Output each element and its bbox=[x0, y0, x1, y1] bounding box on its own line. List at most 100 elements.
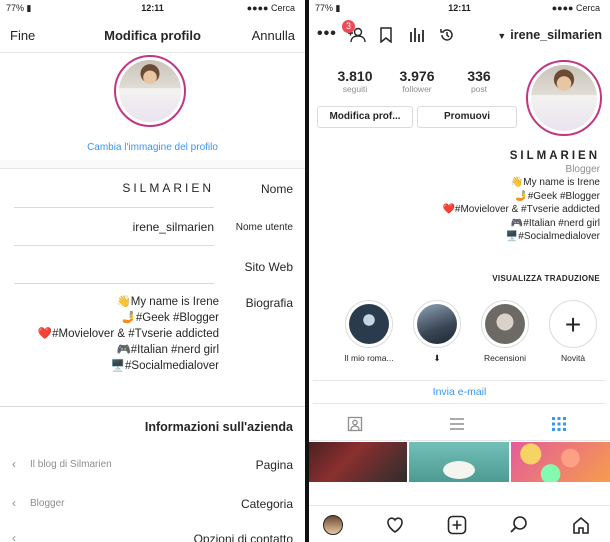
profile-avatar[interactable] bbox=[114, 55, 186, 127]
followers-count: 3.976 bbox=[399, 68, 435, 84]
username-input[interactable]: irene_silmarien bbox=[14, 220, 214, 234]
field-label: Sito Web bbox=[244, 260, 293, 274]
download-icon: ⬇ bbox=[433, 353, 441, 363]
page-row[interactable]: ‹ Il blog di Silmarien Pagina bbox=[0, 452, 305, 478]
status-time: 12:11 bbox=[141, 3, 164, 13]
followers-label: follower bbox=[402, 84, 432, 94]
highlight-movies[interactable]: ⬇ bbox=[411, 300, 463, 364]
change-profile-photo-link[interactable]: Cambia l'immagine del profilo bbox=[0, 142, 305, 153]
profile-tab-avatar[interactable] bbox=[323, 515, 343, 535]
promote-button[interactable]: Promuovi bbox=[417, 106, 517, 128]
cancel-button[interactable]: Annulla bbox=[252, 28, 295, 43]
highlight-cover bbox=[417, 304, 457, 344]
highlight-new[interactable]: + Novità bbox=[547, 300, 599, 363]
page-label: Pagina bbox=[255, 458, 293, 472]
profile-tabs bbox=[309, 408, 610, 441]
field-name-row[interactable]: Nome SILMARIEN bbox=[0, 170, 305, 208]
posts-grid bbox=[309, 442, 610, 482]
bar-chart-glyph bbox=[410, 28, 424, 42]
profile-header: ••• 3 ▼ irene_silmarien bbox=[309, 18, 610, 52]
status-bar: ●●●● Cerca 12:11 77% ▮ bbox=[0, 0, 305, 16]
home-icon[interactable] bbox=[571, 515, 591, 540]
following-count: 3.810 bbox=[337, 68, 373, 84]
page-value: Il blog di Silmarien bbox=[30, 459, 112, 470]
post-thumbnail[interactable] bbox=[409, 442, 509, 482]
contact-options-row[interactable]: ‹ Opzioni di contatto bbox=[0, 526, 305, 542]
history-glyph bbox=[440, 29, 453, 41]
highlight-label: Novità bbox=[560, 353, 586, 363]
highlight-circle bbox=[481, 300, 529, 348]
grid-icon bbox=[552, 417, 566, 431]
bookmark-icon[interactable] bbox=[379, 27, 393, 48]
category-label: Categoria bbox=[240, 497, 293, 511]
archive-icon[interactable] bbox=[439, 27, 455, 48]
home-glyph bbox=[573, 516, 589, 534]
battery-indicator: 77% ▮ bbox=[315, 3, 341, 13]
name-input[interactable]: SILMARIEN bbox=[14, 181, 214, 195]
posts-label: post bbox=[470, 84, 488, 94]
magnifier-glyph bbox=[510, 516, 527, 533]
profile-bio: 👋My name is Irene 🤳#Geek #Blogger ❤️#Mov… bbox=[442, 177, 600, 242]
section-divider bbox=[0, 406, 305, 407]
category-row[interactable]: ‹ Blogger Categoria bbox=[0, 491, 305, 517]
send-email-button[interactable]: Invia e-mail bbox=[313, 380, 606, 404]
profile-screen: ●●●● Cerca 12:11 77% ▮ ••• 3 ▼ irene_silm… bbox=[309, 0, 610, 542]
status-time: 12:11 bbox=[448, 3, 471, 13]
stat-followers[interactable]: 3.976 follower bbox=[387, 68, 447, 94]
plus-icon: + bbox=[564, 309, 582, 340]
posts-count: 336 bbox=[467, 68, 491, 84]
highlight-label: Recensioni bbox=[483, 353, 527, 363]
field-label: Nome utente bbox=[235, 222, 293, 233]
list-icon bbox=[450, 418, 464, 430]
field-username-row[interactable]: Nome utente irene_silmarien bbox=[0, 208, 305, 246]
field-bio-row[interactable]: Biografia 👋My name is Irene 🤳#Geek #Blog… bbox=[0, 290, 305, 405]
field-label: Nome bbox=[260, 182, 293, 196]
category-value: Blogger bbox=[30, 498, 65, 509]
bookmark-glyph bbox=[380, 27, 392, 44]
post-thumbnail[interactable] bbox=[309, 442, 407, 482]
stat-following[interactable]: 3.810 seguiti bbox=[325, 68, 385, 94]
highlight-cover bbox=[485, 304, 525, 344]
grid-view-tab[interactable] bbox=[551, 416, 567, 437]
contact-options-label: Opzioni di contatto bbox=[193, 532, 293, 542]
profile-name: SILMARIEN bbox=[509, 150, 600, 162]
highlight-novel[interactable]: Il mio roma... bbox=[343, 300, 395, 363]
search-icon[interactable] bbox=[509, 515, 529, 540]
edit-profile-button[interactable]: Modifica prof... bbox=[317, 106, 413, 128]
username-label: irene_silmarien bbox=[510, 28, 602, 42]
username-dropdown[interactable]: ▼ irene_silmarien bbox=[497, 28, 602, 42]
highlight-label: Il mio roma... bbox=[344, 353, 394, 363]
highlight-cover bbox=[349, 304, 389, 344]
plus-square-glyph bbox=[447, 515, 467, 535]
profile-category: Blogger bbox=[565, 164, 600, 175]
highlight-reviews[interactable]: Recensioni bbox=[479, 300, 531, 363]
bio-input[interactable]: 👋My name is Irene 🤳#Geek #Blogger ❤️#Mov… bbox=[14, 294, 219, 374]
chevron-left-icon: ‹ bbox=[12, 531, 16, 542]
profile-avatar[interactable] bbox=[526, 60, 602, 136]
stat-posts[interactable]: 336 post bbox=[449, 68, 509, 94]
see-translation-link[interactable]: VISUALIZZA TRADUZIONE bbox=[492, 274, 600, 283]
edit-profile-screen: ●●●● Cerca 12:11 77% ▮ Fine Modifica pro… bbox=[0, 0, 305, 542]
highlight-circle bbox=[413, 300, 461, 348]
tagged-tab[interactable] bbox=[347, 416, 363, 437]
list-view-tab[interactable] bbox=[449, 416, 465, 437]
following-label: seguiti bbox=[342, 84, 368, 94]
business-info-title: Informazioni sull'azienda bbox=[144, 420, 293, 434]
post-thumbnail[interactable] bbox=[511, 442, 610, 482]
highlight-circle: + bbox=[549, 300, 597, 348]
edit-profile-header: Fine Modifica profilo Annulla bbox=[0, 18, 305, 53]
avatar bbox=[323, 515, 343, 535]
activity-icon[interactable] bbox=[385, 515, 405, 540]
insights-icon[interactable] bbox=[409, 27, 425, 48]
notification-badge: 3 bbox=[342, 20, 355, 33]
more-options-icon[interactable]: ••• bbox=[317, 25, 337, 43]
highlight-circle bbox=[345, 300, 393, 348]
chevron-left-icon: ‹ bbox=[12, 457, 16, 471]
tagged-user-icon bbox=[347, 416, 363, 432]
status-bar: ●●●● Cerca 12:11 77% ▮ bbox=[309, 0, 610, 16]
field-underline bbox=[14, 283, 214, 284]
new-post-icon[interactable] bbox=[447, 515, 467, 540]
field-website-row[interactable]: Sito Web bbox=[0, 246, 305, 284]
avatar-photo bbox=[531, 65, 597, 131]
highlight-label: ⬇ bbox=[411, 353, 463, 364]
